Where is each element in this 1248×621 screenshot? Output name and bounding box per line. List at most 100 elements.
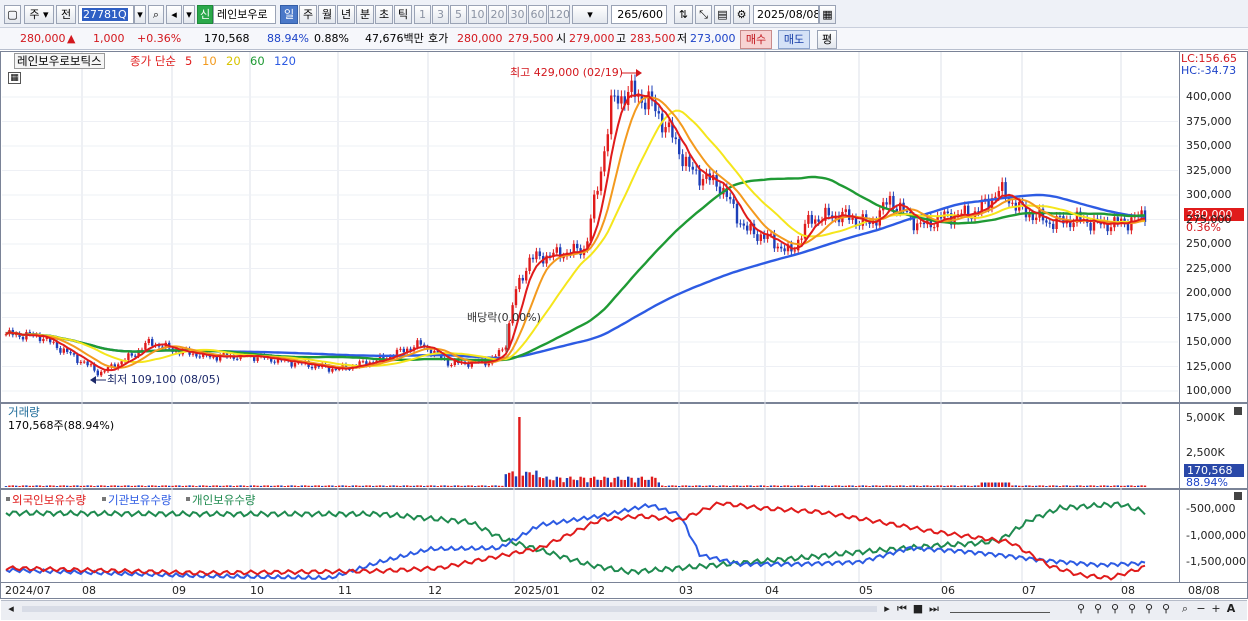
- tool-f-icon[interactable]: ⚲: [1159, 601, 1173, 618]
- holdings-legend-1[interactable]: 기관보유수량: [108, 492, 171, 508]
- ma-legend-20[interactable]: 20: [226, 54, 241, 68]
- volume-bar: [290, 485, 293, 487]
- candle-body: [501, 349, 504, 351]
- volume-bar: [1007, 482, 1011, 487]
- ma-legend-10[interactable]: 10: [202, 54, 217, 68]
- scroll-right-icon[interactable]: ▸: [880, 601, 894, 618]
- volume-bar: [851, 485, 854, 487]
- magnify-icon[interactable]: ⌕: [1178, 601, 1192, 618]
- tool-c-icon[interactable]: ⚲: [1108, 601, 1122, 618]
- dividend-annotation: 배당락(0.00%): [467, 311, 541, 324]
- volume-bar: [55, 486, 59, 487]
- candle-body: [620, 96, 623, 104]
- volume-bar: [827, 485, 830, 487]
- volume-bar: [916, 485, 919, 487]
- candle-body: [134, 355, 137, 357]
- candle-body: [997, 190, 1000, 197]
- rewind-icon[interactable]: ⏮: [895, 601, 909, 618]
- volume-bar: [382, 485, 385, 487]
- ma-legend-120[interactable]: 120: [274, 54, 296, 68]
- volume-bar: [1092, 485, 1096, 487]
- volume-bar: [538, 477, 541, 487]
- legend-marker: [102, 497, 106, 501]
- candle-body: [1089, 222, 1092, 231]
- x-tick: 2025/01: [514, 584, 560, 597]
- auto-scale-icon[interactable]: A: [1224, 601, 1238, 618]
- volume-bar: [1048, 485, 1051, 487]
- candle-body: [647, 91, 650, 110]
- holdings-legend-2[interactable]: 개인보유수량: [192, 492, 255, 508]
- zoom-in-icon[interactable]: +: [1210, 601, 1222, 618]
- volume-bar: [348, 485, 351, 487]
- scroll-left-icon[interactable]: ◂: [4, 601, 18, 618]
- zoom-out-icon[interactable]: −: [1195, 601, 1207, 618]
- volume-bar: [552, 480, 555, 487]
- candle-body: [933, 227, 936, 229]
- volume-bar: [283, 486, 286, 487]
- candle-body: [59, 348, 62, 353]
- holdings-legend-0[interactable]: 외국인보유수량: [12, 492, 86, 508]
- volume-bar: [943, 485, 946, 487]
- forward-icon[interactable]: ⏭: [927, 601, 941, 618]
- stop-icon[interactable]: ■: [911, 601, 925, 618]
- volume-bar: [797, 485, 800, 487]
- candle-body: [793, 250, 796, 252]
- volume-bar: [504, 474, 507, 487]
- volume-bar: [528, 472, 531, 487]
- volume-bar: [919, 485, 922, 487]
- volume-bar: [385, 486, 388, 487]
- volume-bar: [412, 485, 416, 487]
- volume-bar: [79, 485, 82, 487]
- tool-e-icon[interactable]: ⚲: [1142, 601, 1156, 618]
- candle-body: [746, 225, 749, 231]
- price-tick: 250,000: [1186, 237, 1232, 250]
- price-pane-title[interactable]: 레인보우로보틱스: [14, 53, 105, 69]
- candle-body: [535, 251, 538, 260]
- ma-label: 종가 단순: [130, 54, 176, 68]
- volume-bar: [718, 485, 722, 487]
- candle-body: [698, 169, 701, 186]
- grid-toggle-icon[interactable]: ▦: [8, 72, 21, 84]
- candle-body: [606, 134, 609, 152]
- hc-value: HC:-34.73: [1181, 64, 1237, 77]
- candle-body: [681, 154, 684, 167]
- volume-bar: [599, 480, 603, 487]
- volume-bar: [113, 485, 116, 487]
- scroll-track[interactable]: [22, 606, 877, 612]
- volume-bar: [939, 485, 943, 487]
- tool-b-icon[interactable]: ⚲: [1091, 601, 1105, 618]
- volume-bar: [188, 485, 191, 487]
- volume-bar: [202, 485, 205, 487]
- volume-bar: [1143, 485, 1147, 487]
- volume-bar: [457, 485, 460, 487]
- volume-bar: [542, 478, 545, 487]
- volume-pane-close-icon[interactable]: [1234, 407, 1242, 415]
- candle-body: [361, 361, 365, 363]
- volume-bar: [858, 485, 861, 487]
- volume-bar: [38, 485, 42, 487]
- volume-bar: [191, 485, 195, 487]
- volume-bar: [365, 485, 368, 487]
- tool-a-icon[interactable]: ⚲: [1074, 601, 1088, 618]
- x-tick: 08/08: [1188, 584, 1220, 597]
- volume-bar: [253, 485, 256, 487]
- ma-legend-5[interactable]: 5: [185, 54, 192, 68]
- zoom-slider[interactable]: [950, 605, 1050, 613]
- volume-bar: [817, 486, 820, 487]
- volume-bar: [42, 485, 45, 487]
- holdings-tick: -500,000: [1186, 502, 1236, 515]
- volume-bar: [1052, 485, 1055, 487]
- volume-bar: [110, 485, 113, 487]
- volume-bar: [327, 485, 331, 487]
- price-tick: 125,000: [1186, 359, 1232, 373]
- candle-body: [79, 361, 82, 363]
- volume-bar: [69, 485, 72, 487]
- volume-bar: [351, 485, 354, 487]
- volume-bar: [776, 485, 779, 487]
- volume-bar: [123, 485, 127, 487]
- volume-bar: [270, 485, 273, 487]
- ma-legend-60[interactable]: 60: [250, 54, 265, 68]
- volume-bar: [980, 482, 983, 487]
- holdings-pane-close-icon[interactable]: [1234, 492, 1242, 500]
- tool-d-icon[interactable]: ⚲: [1125, 601, 1139, 618]
